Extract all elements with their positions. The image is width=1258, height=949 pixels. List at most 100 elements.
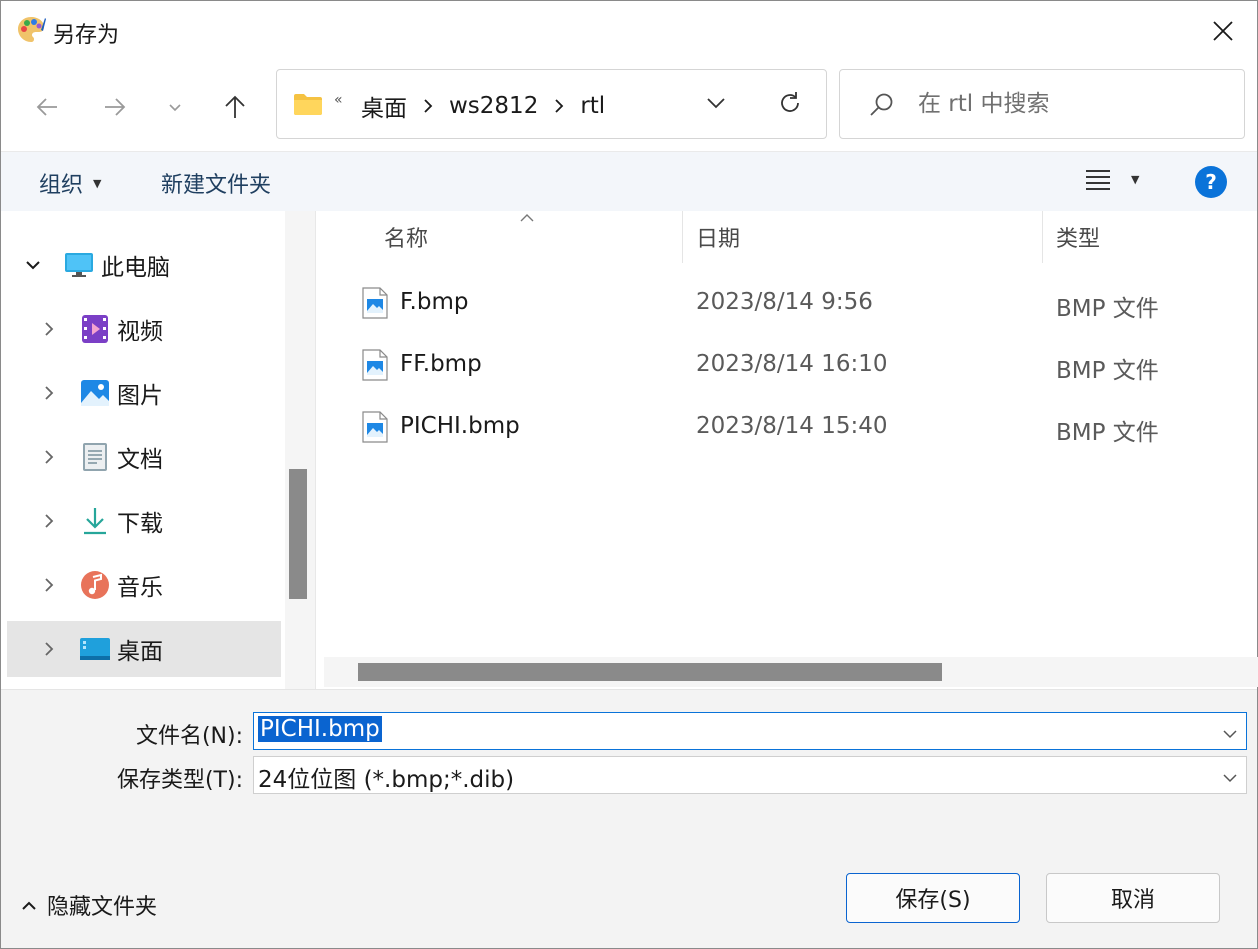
dialog-footer: 隐藏文件夹 保存(S) 取消 [1,819,1257,948]
command-toolbar: 组织 ▼ 新建文件夹 ▼ ? [1,151,1257,211]
tree-item-label: 桌面 [117,639,163,665]
arrow-up-icon [225,95,245,118]
tree-item-label: 下载 [117,511,163,537]
up-button[interactable] [217,89,253,125]
back-button[interactable] [29,89,65,125]
breadcrumb-ws2812[interactable]: ws2812 [449,93,538,119]
column-divider[interactable] [682,211,683,263]
arrow-left-icon [36,98,57,116]
close-button[interactable] [1203,11,1243,51]
chevron-down-icon[interactable] [23,255,43,275]
address-bar[interactable]: « 桌面 ws2812 rtl [276,69,827,139]
file-type: BMP 文件 [1056,296,1159,322]
list-view-icon [1086,170,1110,190]
save-as-dialog: 另存为 « 桌面 ws2812 rtl 在 rtl 中搜索 组织 ▼ 新建文件夹… [0,0,1258,949]
chevron-down-icon[interactable] [1222,725,1238,744]
file-type: BMP 文件 [1056,358,1159,384]
filetype-select[interactable]: 24位位图 (*.bmp;*.dib) [253,756,1247,794]
tree-item-documents[interactable]: 文档 [7,429,281,485]
chevron-right-icon[interactable] [39,639,59,659]
chevron-right-icon[interactable] [39,319,59,339]
file-name: FF.bmp [400,351,482,377]
column-divider[interactable] [1042,211,1043,263]
chevron-up-icon [21,893,37,918]
chevron-down-icon [707,98,725,109]
breadcrumb: 桌面 ws2812 rtl [361,89,605,123]
chevron-down-icon [169,104,181,112]
chevron-right-icon[interactable] [554,98,564,114]
filetype-value: 24位位图 (*.bmp;*.dib) [258,767,515,793]
file-date: 2023/8/14 15:40 [696,413,888,439]
tree-item-downloads[interactable]: 下载 [7,493,281,549]
recent-locations-button[interactable] [157,89,193,125]
address-dropdown-button[interactable] [705,92,727,118]
documents-icon [79,441,111,473]
tree-item-pictures[interactable]: 图片 [7,365,281,421]
file-row[interactable]: F.bmp 2023/8/14 9:56 BMP 文件 [324,275,1252,331]
paint-palette-icon [15,14,47,46]
save-button[interactable]: 保存(S) [846,873,1020,923]
column-header-type[interactable]: 类型 [1056,211,1100,263]
file-list: 名称 日期 类型 F.bmp 2023/8/14 9:56 BMP 文件 FF.… [315,211,1258,689]
filename-value[interactable]: PICHI.bmp [258,716,382,742]
nav-pane-scrollbar[interactable] [285,211,315,689]
chevron-right-icon[interactable] [39,575,59,595]
download-icon [79,505,111,537]
monitor-icon [63,249,95,281]
tree-item-label: 文档 [117,447,163,473]
window-title: 另存为 [53,23,120,48]
tree-item-music[interactable]: 音乐 [7,557,281,613]
new-folder-button[interactable]: 新建文件夹 [161,167,271,199]
tree-item-videos[interactable]: 视频 [7,301,281,357]
refresh-button[interactable] [777,90,803,120]
cancel-button[interactable]: 取消 [1046,873,1220,923]
chevron-down-icon[interactable] [1222,769,1238,788]
view-options-button[interactable]: ▼ [1085,168,1139,190]
navigation-pane: 此电脑 视频 图片 文档 下载 音乐 桌面 [1,211,315,689]
chevron-right-icon[interactable] [39,511,59,531]
tree-item-this-pc[interactable]: 此电脑 [7,237,281,293]
chevron-right-icon[interactable] [39,447,59,467]
navigation-bar: « 桌面 ws2812 rtl [1,61,1257,151]
file-list-scrollbar-thumb[interactable] [358,663,942,681]
search-box[interactable] [839,69,1245,139]
search-icon [868,92,894,122]
hide-folders-toggle[interactable]: 隐藏文件夹 [21,889,157,921]
file-row[interactable]: PICHI.bmp 2023/8/14 15:40 BMP 文件 [324,399,1252,455]
filename-field[interactable]: PICHI.bmp [253,712,1247,750]
file-row[interactable]: FF.bmp 2023/8/14 16:10 BMP 文件 [324,337,1252,393]
bitmap-file-icon [362,411,388,443]
address-overflow-indicator[interactable]: « [334,92,343,108]
arrow-right-icon [105,98,126,116]
hide-folders-label: 隐藏文件夹 [47,895,158,920]
pictures-icon [79,377,111,409]
organize-menu-button[interactable]: 组织 ▼ [39,167,101,199]
column-header-date[interactable]: 日期 [696,211,740,263]
breadcrumb-desktop[interactable]: 桌面 [361,89,407,123]
file-name: F.bmp [400,289,469,315]
video-icon [79,313,111,345]
breadcrumb-rtl[interactable]: rtl [580,93,605,119]
bitmap-file-icon [362,349,388,381]
forward-button[interactable] [97,89,133,125]
desktop-icon [79,633,111,665]
tree-item-label: 音乐 [117,575,163,601]
filename-label: 文件名(N): [135,724,243,749]
caret-down-icon: ▼ [1131,172,1140,186]
search-input[interactable] [918,88,1228,120]
tree-item-desktop[interactable]: 桌面 [7,621,281,677]
chevron-right-icon[interactable] [423,98,433,114]
close-icon [1213,21,1233,41]
file-date: 2023/8/14 9:56 [696,289,873,315]
help-button[interactable]: ? [1195,166,1227,198]
title-bar: 另存为 [1,1,1257,61]
organize-label: 组织 [39,173,84,198]
filetype-label: 保存类型(T): [116,768,243,793]
chevron-right-icon[interactable] [39,383,59,403]
nav-pane-scrollbar-thumb[interactable] [289,469,307,599]
file-name: PICHI.bmp [400,413,520,439]
column-header-name[interactable]: 名称 [384,211,428,263]
tree-item-label: 图片 [117,383,163,409]
caret-down-icon: ▼ [93,176,102,190]
save-options: 文件名(N): PICHI.bmp 保存类型(T): 24位位图 (*.bmp;… [1,689,1257,819]
